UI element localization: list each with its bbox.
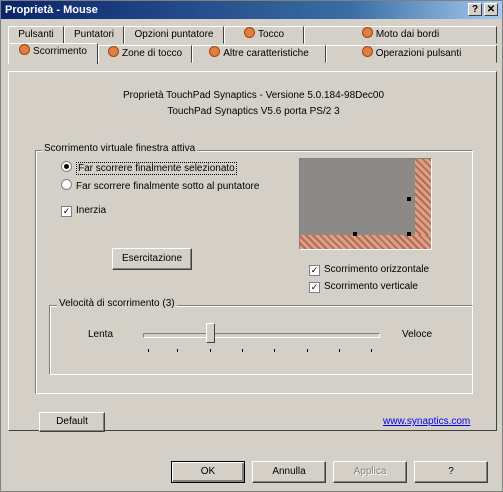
scorrimento-icon	[19, 44, 31, 55]
window-title: Proprietà - Mouse	[5, 4, 98, 16]
slow-label: Lenta	[88, 329, 114, 340]
slider-tick	[371, 349, 372, 352]
tab-pulsanti[interactable]: Pulsanti	[8, 26, 64, 44]
fast-label: Veloce	[402, 329, 433, 340]
tab-row-bottom: Scorrimento Zone di tocco Altre caratter…	[8, 43, 497, 64]
operazioni-pulsanti-icon	[361, 46, 373, 57]
zone-tocco-icon	[107, 46, 119, 57]
tab-zone-di-tocco[interactable]: Zone di tocco	[98, 45, 192, 63]
preview-dot	[407, 232, 411, 236]
scroll-speed-legend: Velocità di scorrimento (3)	[57, 298, 177, 309]
exercise-button[interactable]: Esercitazione	[112, 248, 192, 270]
device-info-text: TouchPad Synaptics V5.6 porta PS/2 3	[167, 106, 340, 117]
radio-scroll-selected[interactable]: Far scorrere finalmente selezionato	[61, 161, 237, 175]
tab-tocco[interactable]: Tocco	[224, 26, 304, 44]
cancel-button[interactable]: Annulla	[252, 461, 326, 483]
slider-tick	[210, 349, 211, 352]
tab-altre-caratteristiche[interactable]: Altre caratteristiche	[192, 45, 326, 63]
close-button[interactable]: ✕	[484, 3, 498, 16]
driver-version-text: Proprietà TouchPad Synaptics - Versione …	[122, 90, 385, 101]
radio-scroll-under-pointer[interactable]: Far scorrere finalmente sotto al puntato…	[61, 179, 259, 192]
slider-tick	[242, 349, 243, 352]
tab-puntatori[interactable]: Puntatori	[64, 26, 124, 44]
scroll-speed-group	[49, 305, 473, 375]
altre-caratteristiche-icon	[209, 46, 221, 57]
virtual-scroll-legend: Scorrimento virtuale finestra attiva	[42, 143, 198, 154]
mouse-properties-window: Proprietà - Mouse ? ✕ Pulsanti Puntatori…	[0, 0, 503, 492]
tab-operazioni-pulsanti[interactable]: Operazioni pulsanti	[326, 45, 497, 63]
slider-tick	[148, 349, 149, 352]
help-button[interactable]: ?	[414, 461, 488, 483]
moto-bordi-icon	[361, 27, 373, 38]
synaptics-link[interactable]: www.synaptics.com	[383, 416, 470, 427]
horizontal-scroll-zone	[300, 235, 431, 249]
checkbox-inertia[interactable]: ✓ Inerzia	[61, 205, 106, 217]
title-bar[interactable]: Proprietà - Mouse ? ✕	[1, 1, 502, 19]
checkbox-checked-icon: ✓	[61, 206, 72, 217]
speed-slider-thumb[interactable]	[206, 323, 215, 343]
scroll-preview	[299, 158, 432, 250]
radio-unselected-icon	[61, 179, 72, 190]
ok-button[interactable]: OK	[171, 461, 245, 483]
radio-selected-icon	[61, 161, 72, 172]
checkbox-horizontal-scroll[interactable]: ✓ Scorrimento orizzontale	[309, 264, 429, 276]
slider-tick	[274, 349, 275, 352]
checkbox-checked-icon: ✓	[309, 282, 320, 293]
default-button[interactable]: Default	[39, 412, 105, 432]
speed-slider-track[interactable]	[143, 333, 380, 338]
preview-dot	[407, 197, 411, 201]
tab-panel-scorrimento: Proprietà TouchPad Synaptics - Versione …	[8, 71, 497, 432]
slider-tick	[307, 349, 308, 352]
tab-moto-dai-bordi[interactable]: Moto dai bordi	[304, 26, 497, 44]
tocco-icon	[243, 27, 255, 38]
checkbox-checked-icon: ✓	[309, 265, 320, 276]
preview-dot	[353, 232, 357, 236]
tab-scorrimento[interactable]: Scorrimento	[8, 43, 98, 64]
checkbox-vertical-scroll[interactable]: ✓ Scorrimento verticale	[309, 281, 418, 293]
tab-row-top: Pulsanti Puntatori Opzioni puntatore Toc…	[8, 26, 497, 44]
slider-tick	[177, 349, 178, 352]
slider-tick	[339, 349, 340, 352]
apply-button[interactable]: Applica	[333, 461, 407, 483]
tab-opzioni-puntatore[interactable]: Opzioni puntatore	[124, 26, 224, 44]
help-title-button[interactable]: ?	[468, 3, 482, 16]
